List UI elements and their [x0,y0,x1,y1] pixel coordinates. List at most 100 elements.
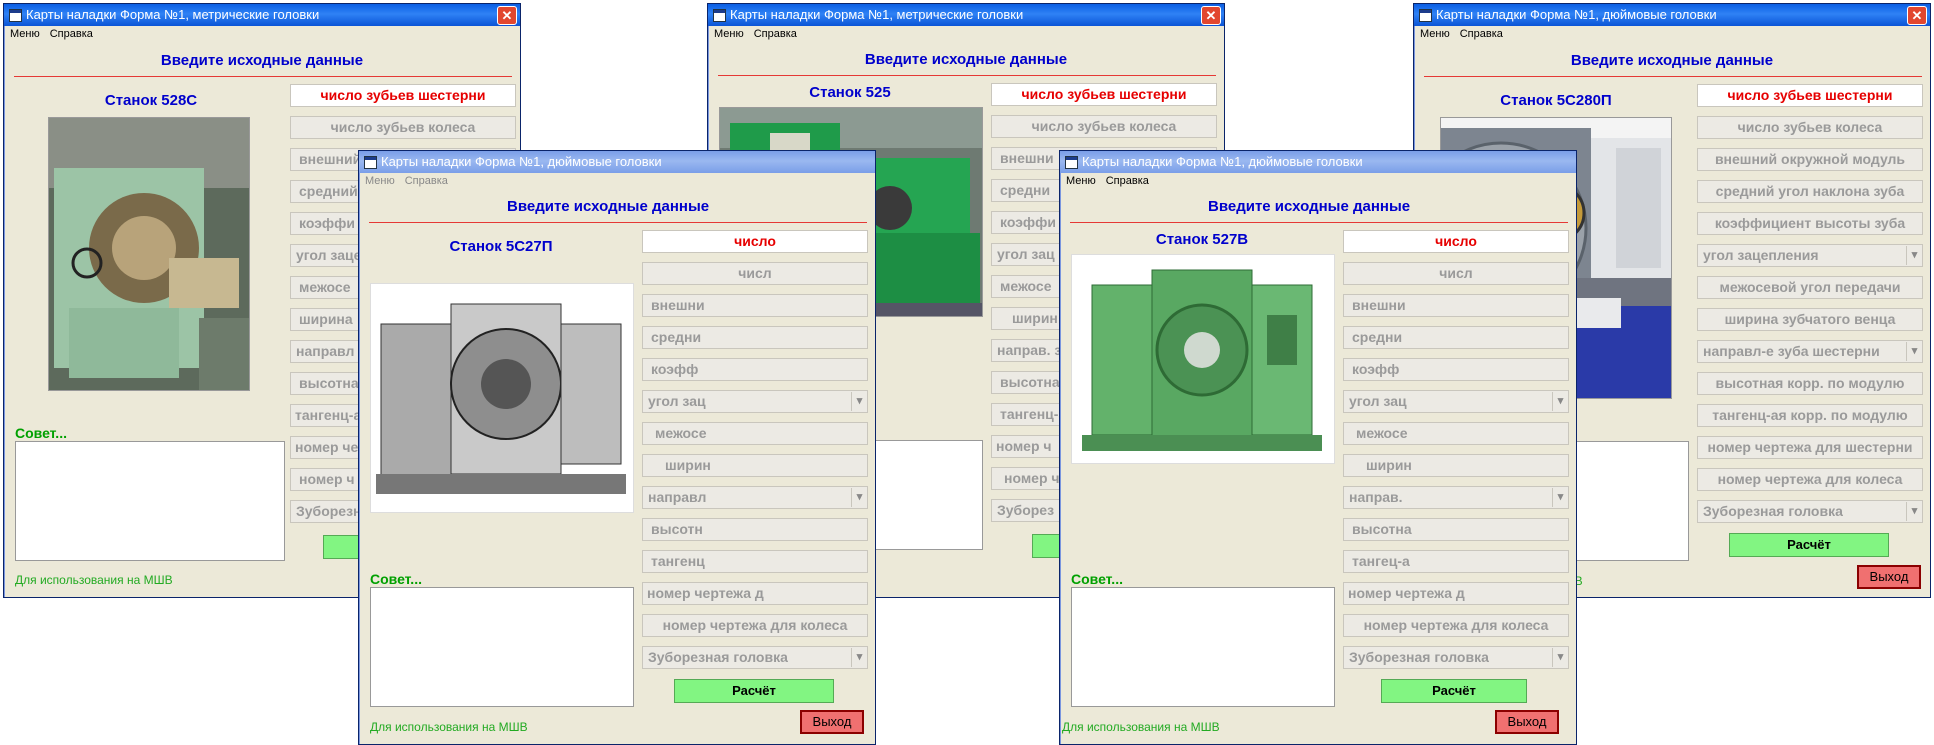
title-bar[interactable]: Карты наладки Форма №1, дюймовые головки… [1414,4,1930,26]
calc-button[interactable]: Расчёт [1381,679,1527,703]
field-pinion-teeth[interactable]: число зубьев шестерни [991,83,1217,106]
field-height-coef[interactable]: коэфф [642,358,868,381]
field-cutter-head[interactable]: Зуборезная головка [642,646,868,669]
field-pressure-angle[interactable]: угол зац [642,390,868,413]
close-button[interactable]: ✕ [1201,6,1221,25]
field-outer-module[interactable]: внешни [642,294,868,317]
field-tang-corr[interactable]: тангенц [642,550,868,573]
divider [718,75,1216,76]
field-shaft-angle[interactable]: межосевой угол передачи [1697,276,1923,299]
field-pinion-teeth[interactable]: число [1343,230,1569,253]
calc-button[interactable]: Расчёт [674,679,834,703]
usage-note: Для использования на МШВ [370,720,528,734]
exit-button[interactable]: Выход [1495,710,1559,734]
field-wheel-drawing[interactable]: номер чертежа для колеса [642,614,868,637]
field-shaft-angle[interactable]: межосе [642,422,868,445]
field-mean-angle[interactable]: средни [1343,326,1569,349]
title-bar[interactable]: Карты наладки Форма №1, метрические голо… [4,4,520,26]
divider [1424,76,1922,77]
title-bar[interactable]: Карты наладки Форма №1, метрические голо… [708,4,1224,26]
field-shaft-angle[interactable]: межосе [1343,422,1569,445]
title-bar[interactable]: Карты наладки Форма №1, дюймовые головки [1060,151,1576,173]
field-tang-corr[interactable]: тангенц-ая корр. по модулю [1697,404,1923,427]
menu-item-menu[interactable]: Меню [365,175,395,187]
field-pinion-teeth[interactable]: число зубьев шестерни [1697,84,1923,107]
field-pinion-drawing[interactable]: номер чертежа д [642,582,868,605]
field-pinion-teeth[interactable]: число зубьев шестерни [290,84,516,107]
divider [1070,222,1568,223]
window-527v: Карты наладки Форма №1, дюймовые головки… [1059,150,1577,745]
window-title: Карты наладки Форма №1, дюймовые головки [1082,154,1363,169]
menu-bar: Меню Справка [4,26,520,43]
field-mean-angle[interactable]: средний угол наклона зуба [1697,180,1923,203]
field-cutter-head[interactable]: Зуборезная головка [1343,646,1569,669]
advice-label: Совет... [370,571,422,587]
field-outer-module[interactable]: внешни [1343,294,1569,317]
field-wheel-drawing[interactable]: номер чертежа для колеса [1343,614,1569,637]
field-pinion-drawing[interactable]: номер чертежа для шестерни [1697,436,1923,459]
menu-item-help[interactable]: Справка [1460,28,1503,40]
field-hand[interactable]: направл-е зуба шестерни [1697,340,1923,363]
field-outer-module[interactable]: внешний окружной модуль [1697,148,1923,171]
advice-label: Совет... [15,425,67,441]
field-wheel-drawing[interactable]: номер чертежа для колеса [1697,468,1923,491]
field-wheel-teeth[interactable]: числ [1343,262,1569,285]
field-height-coef[interactable]: коэффициент высоты зуба [1697,212,1923,235]
field-mean-angle[interactable]: средни [642,326,868,349]
menu-item-menu[interactable]: Меню [1420,28,1450,40]
menu-item-menu[interactable]: Меню [714,28,744,40]
exit-button[interactable]: Выход [1857,565,1921,589]
field-height-corr[interactable]: высотна [1343,518,1569,541]
menu-item-menu[interactable]: Меню [1066,175,1096,187]
app-icon [713,9,726,22]
window-title: Карты наладки Форма №1, метрические голо… [26,7,320,22]
machine-photo [370,283,634,513]
field-pinion-drawing[interactable]: номер чертежа д [1343,582,1569,605]
field-wheel-teeth[interactable]: числ [642,262,868,285]
menu-item-menu[interactable]: Меню [10,28,40,40]
field-pressure-angle[interactable]: угол зац [1343,390,1569,413]
close-button[interactable]: ✕ [1907,6,1927,25]
menu-bar: Меню Справка [1414,26,1930,43]
app-icon [1419,9,1432,22]
field-hand[interactable]: направ. [1343,486,1569,509]
advice-memo[interactable] [15,441,285,561]
window-5c27p: Карты наладки Форма №1, дюймовые головки… [358,150,876,745]
machine-photo [1071,254,1335,464]
menu-item-help[interactable]: Справка [1106,175,1149,187]
field-height-corr[interactable]: высотн [642,518,868,541]
window-title: Карты наладки Форма №1, дюймовые головки [1436,7,1717,22]
field-face-width[interactable]: ширина зубчатого венца [1697,308,1923,331]
usage-note: Для использования на МШВ [1062,720,1220,734]
field-wheel-teeth[interactable]: число зубьев колеса [290,116,516,139]
field-pressure-angle[interactable]: угол зацепления [1697,244,1923,267]
calc-button[interactable]: Расчёт [1729,533,1889,557]
title-bar[interactable]: Карты наладки Форма №1, дюймовые головки [359,151,875,173]
field-height-corr[interactable]: высотная корр. по модулю [1697,372,1923,395]
app-icon [1065,156,1078,169]
app-icon [364,156,377,169]
menu-item-help[interactable]: Справка [405,175,448,187]
close-button[interactable]: ✕ [497,6,517,25]
advice-memo[interactable] [370,587,634,707]
field-face-width[interactable]: ширин [642,454,868,477]
menu-bar: Меню Справка [708,26,1224,43]
field-wheel-teeth[interactable]: число зубьев колеса [991,115,1217,138]
app-icon [9,9,22,22]
exit-button[interactable]: Выход [800,710,864,734]
field-hand[interactable]: направл [642,486,868,509]
machine-photo [48,117,250,391]
field-pinion-teeth[interactable]: число [642,230,868,253]
advice-label: Совет... [1071,571,1123,587]
field-face-width[interactable]: ширин [1343,454,1569,477]
field-cutter-head[interactable]: Зуборезная головка [1697,500,1923,523]
advice-memo[interactable] [1071,587,1335,707]
menu-item-help[interactable]: Справка [50,28,93,40]
machine-528c-image [49,118,249,390]
menu-bar: Меню Справка [359,173,875,190]
menu-item-help[interactable]: Справка [754,28,797,40]
divider [369,222,867,223]
field-height-coef[interactable]: коэфф [1343,358,1569,381]
field-tang-corr[interactable]: тангец-а [1343,550,1569,573]
field-wheel-teeth[interactable]: число зубьев колеса [1697,116,1923,139]
